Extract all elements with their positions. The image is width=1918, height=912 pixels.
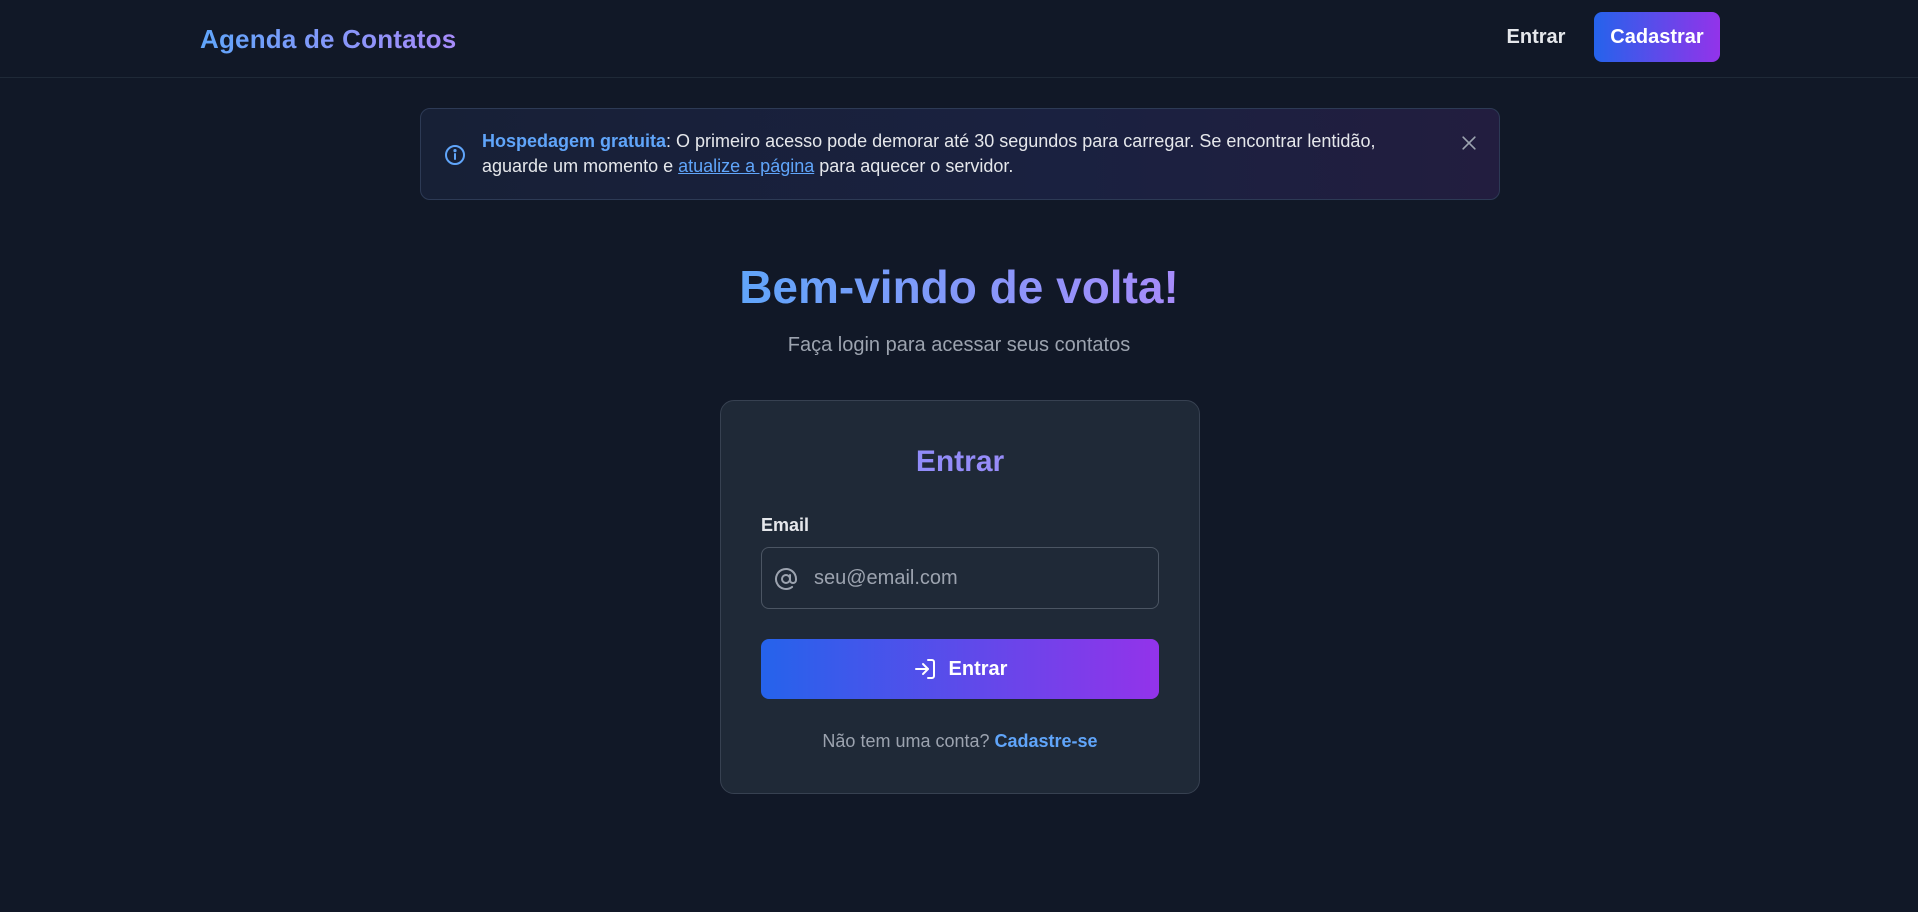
login-submit-button[interactable]: Entrar <box>761 639 1159 699</box>
nav-signup-button[interactable]: Cadastrar <box>1594 12 1720 62</box>
email-input[interactable] <box>812 548 1152 608</box>
signup-link[interactable]: Cadastre-se <box>995 731 1098 751</box>
login-card: Entrar Email Entrar Não tem uma conta? C… <box>720 400 1200 794</box>
banner-message: Hospedagem gratuita: O primeiro acesso p… <box>482 129 1442 179</box>
banner-strong-label: Hospedagem gratuita <box>482 131 667 151</box>
at-sign-icon <box>775 568 797 590</box>
brand-logo[interactable]: Agenda de Contatos <box>200 24 456 55</box>
close-icon <box>1462 136 1476 150</box>
page-title-text: Bem-vindo de volta! <box>739 261 1179 313</box>
email-label: Email <box>761 515 810 535</box>
banner-text-after-link: para aquecer o servidor. <box>814 156 1014 176</box>
email-field[interactable] <box>761 547 1159 609</box>
signup-prompt-text: Não tem uma conta? <box>822 731 995 751</box>
info-banner: Hospedagem gratuita: O primeiro acesso p… <box>420 108 1500 200</box>
info-circle-icon <box>445 145 465 165</box>
top-navbar: Agenda de Contatos Entrar Cadastrar <box>0 0 1918 78</box>
refresh-page-link[interactable]: atualize a página <box>678 156 814 176</box>
page-subtitle: Faça login para acessar seus contatos <box>787 334 1131 356</box>
page-title: Bem-vindo de volta! <box>0 260 1918 314</box>
login-submit-label: Entrar <box>948 657 1008 680</box>
login-card-title: Entrar <box>721 445 1199 479</box>
log-in-icon <box>914 659 935 679</box>
nav-login-link[interactable]: Entrar <box>1490 12 1582 62</box>
banner-close-button[interactable] <box>1455 129 1483 157</box>
signup-prompt: Não tem uma conta? Cadastre-se <box>721 731 1199 752</box>
